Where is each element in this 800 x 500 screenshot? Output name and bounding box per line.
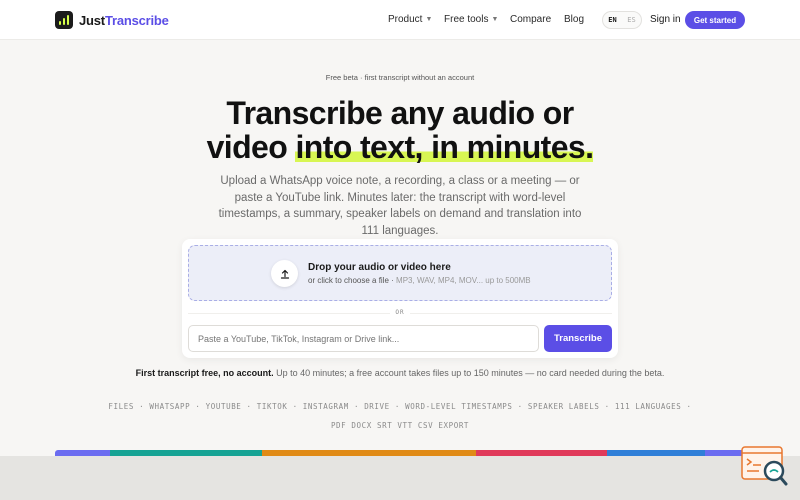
hero-subcopy: Upload a WhatsApp voice note, a recordin… xyxy=(218,175,582,237)
nav-free-tools[interactable]: Free tools ▼ xyxy=(444,14,498,25)
bars-icon xyxy=(55,11,73,29)
sign-in-link[interactable]: Sign in xyxy=(650,14,681,25)
headline-line-2: video into text, in minutes. xyxy=(206,129,594,165)
lang-en[interactable]: EN xyxy=(608,16,616,24)
chevron-down-icon: ▼ xyxy=(425,16,433,23)
search-chat-icon[interactable] xyxy=(741,446,791,488)
top-header: JustTranscribe Product ▼ Free tools ▼ Comp… xyxy=(0,0,800,40)
free-note: First transcript free, no account. Up to… xyxy=(135,368,665,378)
dropzone-subtitle: or click to choose a file · MP3, WAV, MP… xyxy=(308,276,531,285)
hero-headline: Transcribe any audio or video into text,… xyxy=(0,95,800,165)
lang-es[interactable]: ES xyxy=(627,16,635,24)
nav-compare[interactable]: Compare xyxy=(510,14,551,25)
brand-name: JustTranscribe xyxy=(79,12,169,28)
hero-eyebrow: Free beta · first transcript without an … xyxy=(325,73,475,82)
get-started-button[interactable]: Get started xyxy=(685,11,745,29)
chevron-down-icon: ▼ xyxy=(491,16,499,23)
language-switcher: EN ES xyxy=(602,11,642,29)
nav-product[interactable]: Product ▼ xyxy=(388,14,432,25)
file-dropzone[interactable] xyxy=(188,245,612,301)
or-divider-label: OR xyxy=(390,307,410,319)
headline-highlight: into text, in minutes. xyxy=(295,129,594,165)
next-section-strip xyxy=(0,456,800,500)
features-line-1: FILES · WHATSAPP · YOUTUBE · TIKTOK · IN… xyxy=(108,402,692,411)
dropzone-title: Drop your audio or video here xyxy=(308,262,451,273)
headline-line-1: Transcribe any audio or xyxy=(226,95,574,131)
upload-arrow-icon[interactable] xyxy=(271,260,298,287)
nav-blog[interactable]: Blog xyxy=(564,14,584,25)
features-line-2: PDF DOCX SRT VTT CSV EXPORT xyxy=(330,421,470,430)
link-input[interactable] xyxy=(188,325,539,352)
dropzone-formats: MP3, WAV, MP4, MOV... up to 500MB xyxy=(396,276,531,285)
brand-logo[interactable]: JustTranscribe xyxy=(55,11,169,29)
transcribe-button[interactable]: Transcribe xyxy=(544,325,612,352)
